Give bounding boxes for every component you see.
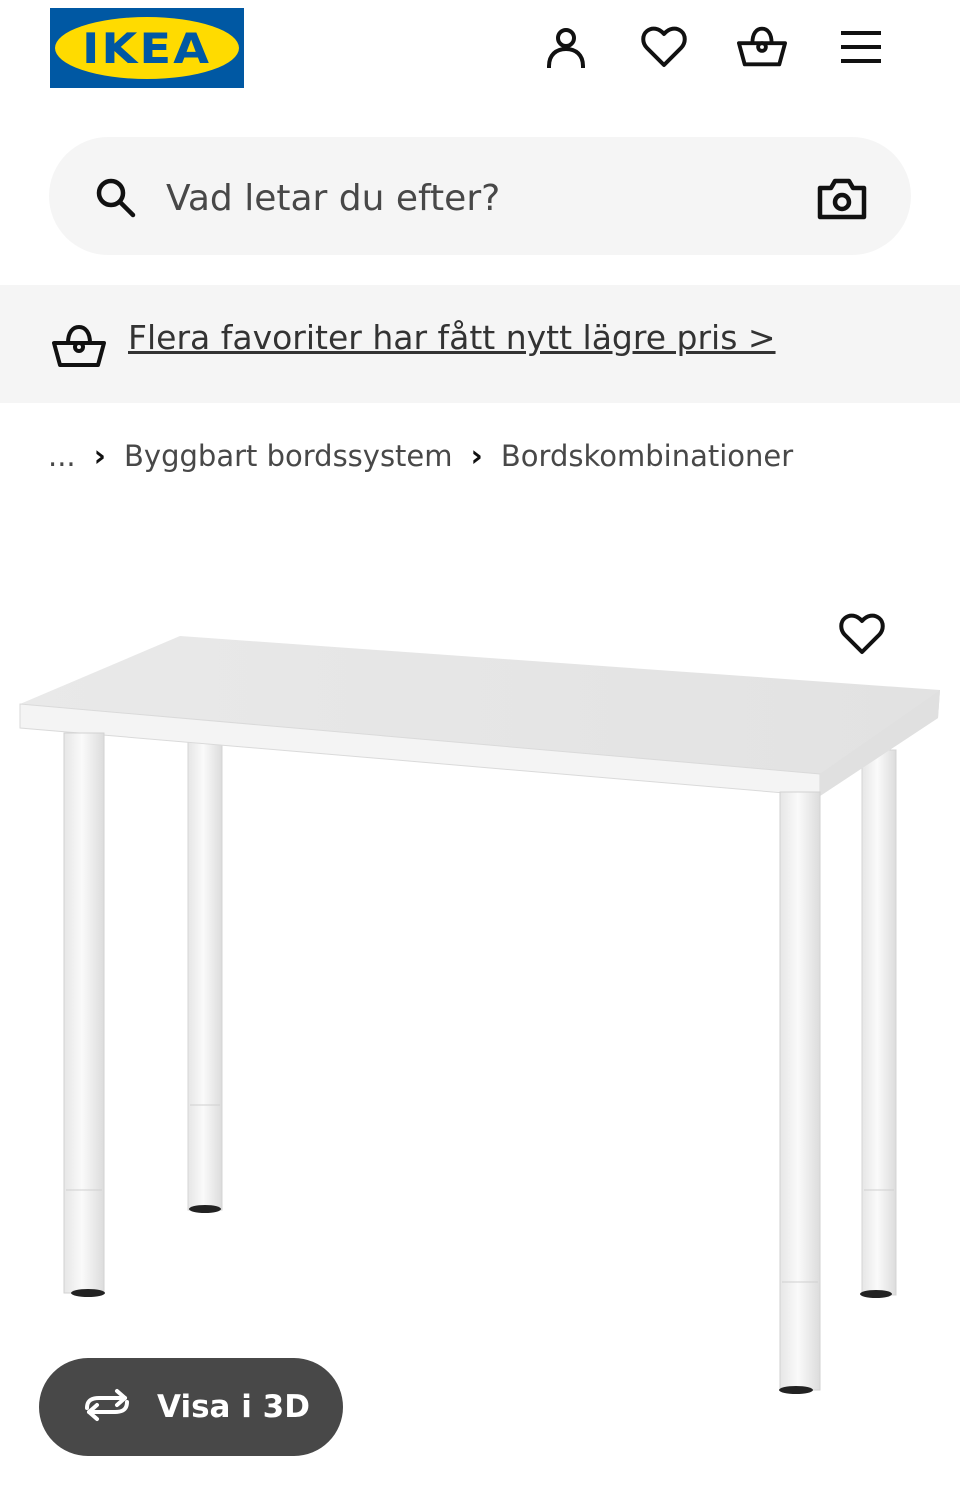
ikea-logo[interactable]: IKEA: [50, 8, 244, 88]
breadcrumb: ... › Byggbart bordssystem › Bordskombin…: [48, 436, 793, 476]
top-header: IKEA: [0, 0, 960, 120]
product-image[interactable]: [0, 620, 960, 1410]
account-icon[interactable]: [541, 22, 591, 72]
menu-icon[interactable]: [836, 22, 886, 72]
view-3d-label: Visa i 3D: [157, 1389, 310, 1425]
camera-icon[interactable]: [816, 174, 868, 222]
search-input[interactable]: [166, 170, 786, 226]
logo-text: IKEA: [82, 23, 212, 73]
breadcrumb-item-byggbart-bordssystem[interactable]: Byggbart bordssystem: [124, 439, 453, 473]
breadcrumb-ellipsis[interactable]: ...: [48, 439, 76, 473]
basket-icon: [52, 323, 106, 369]
view-3d-button[interactable]: Visa i 3D: [39, 1358, 343, 1456]
logo-oval: IKEA: [55, 17, 239, 79]
rotate-icon: [81, 1388, 133, 1427]
breadcrumb-item-bordskombinationer[interactable]: Bordskombinationer: [501, 439, 793, 473]
basket-icon[interactable]: [737, 22, 787, 72]
chevron-right-icon: ›: [93, 438, 107, 474]
heart-icon[interactable]: [639, 22, 689, 72]
promo-link[interactable]: Flera favoriter har fått nytt lägre pris…: [128, 318, 776, 357]
favorite-heart-icon[interactable]: [834, 606, 890, 662]
chevron-right-icon: ›: [470, 438, 483, 474]
search-icon[interactable]: [94, 176, 136, 218]
